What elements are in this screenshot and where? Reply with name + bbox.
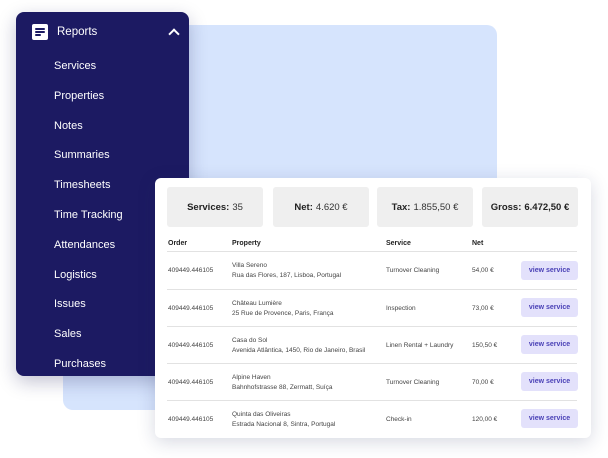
stat-label: Net:	[294, 201, 313, 213]
view-service-button[interactable]: view service	[521, 372, 578, 391]
property-name: Quinta das Oliveiras	[232, 411, 291, 418]
column-header-order: Order	[168, 240, 188, 247]
service-type: Check-in	[386, 416, 412, 423]
stat-label: Services:	[187, 201, 230, 213]
property-address: 25 Rue de Provence, Paris, França	[232, 310, 334, 317]
table-row: 409449.446105 Château Lumière 25 Rue de …	[155, 290, 591, 327]
table-row: 409449.446105 Casa do Sol Avenida Atlânt…	[155, 327, 591, 364]
property-address: Estrada Nacional 8, Sintra, Portugal	[232, 421, 336, 428]
net-amount: 70,00 €	[472, 379, 494, 386]
document-icon	[32, 24, 48, 40]
net-amount: 150,50 €	[472, 342, 498, 349]
stat-value: 4.620 €	[315, 201, 348, 213]
view-service-button[interactable]: view service	[521, 298, 578, 317]
net-total-stat: Net: 4.620 €	[273, 187, 369, 227]
stat-value: 1.855,50 €	[413, 201, 459, 213]
property-address: Bahnhofstrasse 88, Zermatt, Suíça	[232, 384, 333, 391]
chevron-up-icon[interactable]	[168, 28, 180, 40]
order-number: 409449.446105	[168, 379, 214, 386]
table-row: 409449.446105 Alpine Haven Bahnhofstrass…	[155, 364, 591, 401]
table-row: 409449.446105 Quinta das Oliveiras Estra…	[155, 401, 591, 438]
tax-total-stat: Tax: 1.855,50 €	[377, 187, 473, 227]
reports-menu-title: Reports	[57, 26, 98, 38]
service-type: Inspection	[386, 305, 416, 312]
column-header-net: Net	[472, 240, 484, 247]
stat-value: 35	[232, 201, 243, 213]
view-service-button[interactable]: view service	[521, 335, 578, 354]
property-name: Château Lumière	[232, 300, 282, 307]
property-name: Villa Sereno	[232, 262, 267, 269]
order-number: 409449.446105	[168, 305, 214, 312]
property-name: Alpine Haven	[232, 374, 271, 381]
order-number: 409449.446105	[168, 267, 214, 274]
services-report-card: Services: 35 Net: 4.620 € Tax: 1.855,50 …	[155, 178, 591, 438]
service-type: Turnover Cleaning	[386, 379, 440, 386]
net-amount: 120,00 €	[472, 416, 498, 423]
sidebar-item-services[interactable]: Services	[16, 52, 189, 82]
net-amount: 73,00 €	[472, 305, 494, 312]
sidebar-item-notes[interactable]: Notes	[16, 112, 189, 142]
view-service-button[interactable]: view service	[521, 409, 578, 428]
sidebar-item-summaries[interactable]: Summaries	[16, 141, 189, 171]
property-address: Avenida Atlântica, 1450, Rio de Janeiro,…	[232, 347, 366, 354]
table-row: 409449.446105 Villa Sereno Rua das Flore…	[155, 252, 591, 289]
sidebar-item-properties[interactable]: Properties	[16, 82, 189, 112]
property-name: Casa do Sol	[232, 337, 268, 344]
order-number: 409449.446105	[168, 416, 214, 423]
services-count-stat: Services: 35	[167, 187, 263, 227]
reports-menu-header[interactable]: Reports	[32, 22, 180, 42]
property-address: Rua das Flores, 187, Lisboa, Portugal	[232, 272, 342, 279]
net-amount: 54,00 €	[472, 267, 494, 274]
stat-value: 6.472,50 €	[524, 201, 570, 213]
column-header-service: Service	[386, 240, 411, 247]
view-service-button[interactable]: view service	[521, 261, 578, 280]
service-type: Linen Rental + Laundry	[386, 342, 454, 349]
column-header-property: Property	[232, 240, 261, 247]
stat-label: Gross:	[490, 201, 522, 213]
stat-label: Tax:	[391, 201, 411, 213]
service-type: Turnover Cleaning	[386, 267, 440, 274]
gross-total-stat: Gross: 6.472,50 €	[482, 187, 578, 227]
order-number: 409449.446105	[168, 342, 214, 349]
